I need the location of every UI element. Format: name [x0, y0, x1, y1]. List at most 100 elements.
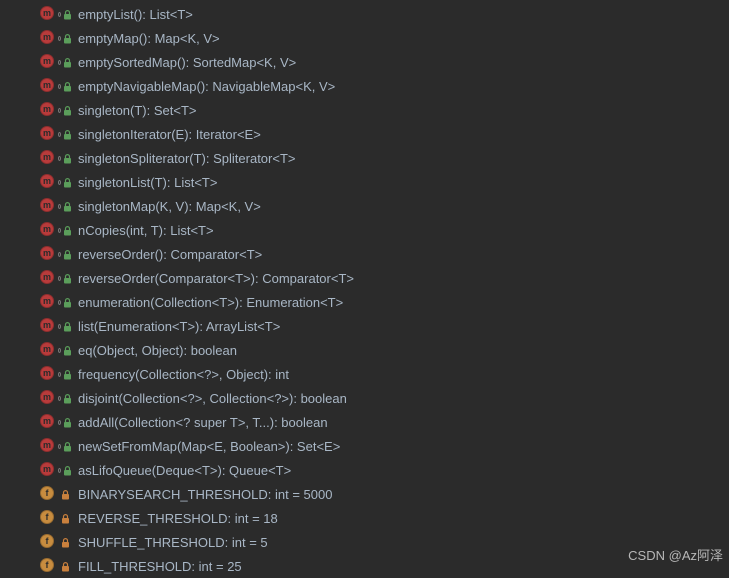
- member-row[interactable]: m emptyList(): List<T>: [0, 2, 729, 26]
- member-row[interactable]: m reverseOrder(): Comparator<T>: [0, 242, 729, 266]
- static-marker-icon: [58, 180, 61, 185]
- method-icon: m: [40, 102, 56, 118]
- structure-member-list: m emptyList(): List<T>m emptyMap(): Map<…: [0, 0, 729, 578]
- public-lock-icon: [63, 346, 72, 355]
- member-signature: emptyNavigableMap(): NavigableMap<K, V>: [78, 79, 335, 94]
- modifier-icons: [58, 342, 72, 358]
- member-signature: SHUFFLE_THRESHOLD: int = 5: [78, 535, 268, 550]
- modifier-icons: [58, 126, 72, 142]
- member-row[interactable]: f FILL_THRESHOLD: int = 25: [0, 554, 729, 578]
- member-row[interactable]: m singleton(T): Set<T>: [0, 98, 729, 122]
- method-icon: m: [40, 318, 56, 334]
- public-lock-icon: [63, 58, 72, 67]
- member-signature: singletonList(T): List<T>: [78, 175, 217, 190]
- modifier-icons: [58, 558, 72, 574]
- member-signature: singletonSpliterator(T): Spliterator<T>: [78, 151, 295, 166]
- static-marker-icon: [58, 204, 61, 209]
- member-row[interactable]: m emptyMap(): Map<K, V>: [0, 26, 729, 50]
- public-lock-icon: [63, 82, 72, 91]
- member-row[interactable]: m disjoint(Collection<?>, Collection<?>)…: [0, 386, 729, 410]
- member-row[interactable]: m singletonMap(K, V): Map<K, V>: [0, 194, 729, 218]
- static-marker-icon: [58, 324, 61, 329]
- method-icon: m: [40, 366, 56, 382]
- public-lock-icon: [63, 298, 72, 307]
- private-lock-icon: [61, 490, 70, 499]
- member-signature: newSetFromMap(Map<E, Boolean>): Set<E>: [78, 439, 340, 454]
- member-row[interactable]: m emptySortedMap(): SortedMap<K, V>: [0, 50, 729, 74]
- member-signature: enumeration(Collection<T>): Enumeration<…: [78, 295, 343, 310]
- method-icon: m: [40, 54, 56, 70]
- modifier-icons: [58, 390, 72, 406]
- modifier-icons: [58, 366, 72, 382]
- member-row[interactable]: m addAll(Collection<? super T>, T...): b…: [0, 410, 729, 434]
- member-row[interactable]: m list(Enumeration<T>): ArrayList<T>: [0, 314, 729, 338]
- field-icon: f: [40, 534, 56, 550]
- member-row[interactable]: f REVERSE_THRESHOLD: int = 18: [0, 506, 729, 530]
- method-icon: m: [40, 294, 56, 310]
- public-lock-icon: [63, 154, 72, 163]
- member-row[interactable]: m singletonSpliterator(T): Spliterator<T…: [0, 146, 729, 170]
- static-marker-icon: [58, 156, 61, 161]
- modifier-icons: [58, 534, 72, 550]
- static-marker-icon: [58, 444, 61, 449]
- field-icon: f: [40, 486, 56, 502]
- public-lock-icon: [63, 10, 72, 19]
- static-marker-icon: [58, 252, 61, 257]
- member-row[interactable]: m asLifoQueue(Deque<T>): Queue<T>: [0, 458, 729, 482]
- member-signature: eq(Object, Object): boolean: [78, 343, 237, 358]
- method-icon: m: [40, 198, 56, 214]
- public-lock-icon: [63, 370, 72, 379]
- static-marker-icon: [58, 468, 61, 473]
- member-signature: emptyList(): List<T>: [78, 7, 193, 22]
- member-row[interactable]: m reverseOrder(Comparator<T>): Comparato…: [0, 266, 729, 290]
- member-signature: addAll(Collection<? super T>, T...): boo…: [78, 415, 328, 430]
- static-marker-icon: [58, 228, 61, 233]
- member-signature: list(Enumeration<T>): ArrayList<T>: [78, 319, 280, 334]
- member-row[interactable]: m singletonIterator(E): Iterator<E>: [0, 122, 729, 146]
- member-signature: singletonMap(K, V): Map<K, V>: [78, 199, 261, 214]
- method-icon: m: [40, 126, 56, 142]
- static-marker-icon: [58, 276, 61, 281]
- method-icon: m: [40, 462, 56, 478]
- static-marker-icon: [58, 84, 61, 89]
- static-marker-icon: [58, 372, 61, 377]
- public-lock-icon: [63, 418, 72, 427]
- member-row[interactable]: m nCopies(int, T): List<T>: [0, 218, 729, 242]
- method-icon: m: [40, 174, 56, 190]
- static-marker-icon: [58, 108, 61, 113]
- modifier-icons: [58, 414, 72, 430]
- modifier-icons: [58, 438, 72, 454]
- private-lock-icon: [61, 562, 70, 571]
- private-lock-icon: [61, 514, 70, 523]
- modifier-icons: [58, 462, 72, 478]
- member-row[interactable]: f BINARYSEARCH_THRESHOLD: int = 5000: [0, 482, 729, 506]
- static-marker-icon: [58, 60, 61, 65]
- method-icon: m: [40, 78, 56, 94]
- modifier-icons: [58, 270, 72, 286]
- member-signature: REVERSE_THRESHOLD: int = 18: [78, 511, 278, 526]
- member-signature: nCopies(int, T): List<T>: [78, 223, 214, 238]
- member-row[interactable]: m emptyNavigableMap(): NavigableMap<K, V…: [0, 74, 729, 98]
- static-marker-icon: [58, 348, 61, 353]
- public-lock-icon: [63, 466, 72, 475]
- public-lock-icon: [63, 226, 72, 235]
- member-row[interactable]: m enumeration(Collection<T>): Enumeratio…: [0, 290, 729, 314]
- modifier-icons: [58, 174, 72, 190]
- member-row[interactable]: m eq(Object, Object): boolean: [0, 338, 729, 362]
- member-row[interactable]: m newSetFromMap(Map<E, Boolean>): Set<E>: [0, 434, 729, 458]
- member-row[interactable]: f SHUFFLE_THRESHOLD: int = 5: [0, 530, 729, 554]
- member-row[interactable]: m frequency(Collection<?>, Object): int: [0, 362, 729, 386]
- modifier-icons: [58, 510, 72, 526]
- method-icon: m: [40, 438, 56, 454]
- method-icon: m: [40, 270, 56, 286]
- modifier-icons: [58, 54, 72, 70]
- static-marker-icon: [58, 300, 61, 305]
- public-lock-icon: [63, 274, 72, 283]
- static-marker-icon: [58, 132, 61, 137]
- member-signature: disjoint(Collection<?>, Collection<?>): …: [78, 391, 347, 406]
- public-lock-icon: [63, 322, 72, 331]
- modifier-icons: [58, 198, 72, 214]
- member-signature: reverseOrder(Comparator<T>): Comparator<…: [78, 271, 354, 286]
- member-signature: singletonIterator(E): Iterator<E>: [78, 127, 261, 142]
- member-row[interactable]: m singletonList(T): List<T>: [0, 170, 729, 194]
